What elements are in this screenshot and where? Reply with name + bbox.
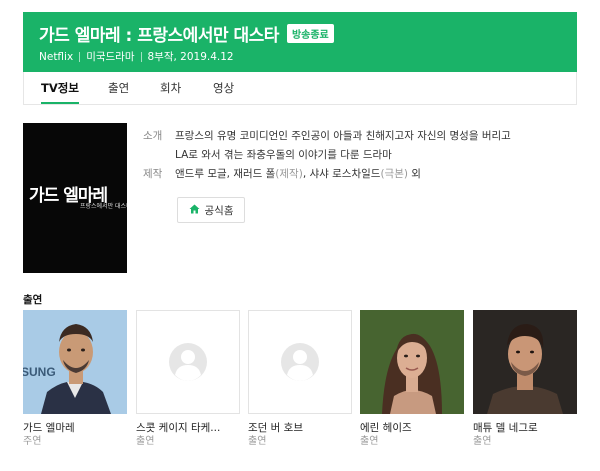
cast-card[interactable]: 에린 헤이즈 출연: [360, 310, 464, 449]
production-names[interactable]: , 샤샤 로스차일드: [303, 168, 381, 180]
cast-photo[interactable]: [473, 310, 577, 414]
production-label: 제작: [143, 168, 163, 180]
synopsis-line: LA로 와서 겪는 좌충우돌의 이야기를 다룬 드라마: [175, 149, 392, 161]
cast-card[interactable]: SUNG 가드 엘마레 주연: [23, 310, 127, 449]
tab-tv-info[interactable]: TV정보: [41, 72, 79, 104]
synopsis-label: 소개: [143, 130, 163, 142]
person-placeholder-icon: [169, 343, 207, 381]
program-poster[interactable]: 가드 엘마레 프랑스에서만 대스타: [23, 123, 127, 273]
cast-name[interactable]: 스콧 케이지 타케...: [136, 421, 240, 435]
program-title[interactable]: 가드 엘마레 : 프랑스에서만 대스타: [39, 21, 279, 46]
cast-name[interactable]: 에린 헤이즈: [360, 421, 464, 435]
cast-role: 출연: [248, 436, 267, 447]
cast-name[interactable]: 가드 엘마레: [23, 421, 127, 435]
cast-role: 주연: [23, 436, 42, 447]
poster-subtitle: 프랑스에서만 대스타: [80, 203, 127, 210]
meta-divider: [140, 51, 142, 62]
synopsis-line: 프랑스의 유명 코미디언인 주인공이 아들과 친해지고자 자신의 명성을 버리고: [175, 130, 511, 142]
svg-text:SUNG: SUNG: [23, 365, 56, 379]
person-placeholder-icon: [281, 343, 319, 381]
cast-photo-placeholder[interactable]: [248, 310, 352, 414]
production-etc: 외: [407, 168, 421, 180]
production-role: (제작): [275, 168, 303, 180]
title-row: 가드 엘마레 : 프랑스에서만 대스타 방송종료: [39, 21, 334, 46]
cast-card[interactable]: 조던 버 호브 출연: [248, 310, 352, 449]
cast-role: 출연: [136, 436, 155, 447]
tab-videos[interactable]: 영상: [213, 72, 234, 104]
status-badge: 방송종료: [286, 24, 334, 43]
cast-photo[interactable]: [360, 310, 464, 414]
production-row: 제작 앤드루 모글, 재러드 폴(제작), 샤샤 로스차일드(극본) 외: [143, 165, 583, 184]
program-info: 소개 프랑스의 유명 코미디언인 주인공이 아들과 친해지고자 자신의 명성을 …: [143, 127, 583, 184]
cast-role: 출연: [473, 436, 492, 447]
tab-cast[interactable]: 출연: [108, 72, 129, 104]
tab-episodes[interactable]: 회차: [160, 72, 181, 104]
home-icon: [189, 204, 200, 217]
synopsis-row: 소개 프랑스의 유명 코미디언인 주인공이 아들과 친해지고자 자신의 명성을 …: [143, 127, 583, 165]
episodes-date-label: 8부작, 2019.4.12: [147, 51, 234, 63]
cast-photo[interactable]: SUNG: [23, 310, 127, 414]
channel-label: Netflix: [39, 50, 74, 63]
official-home-button[interactable]: 공식홈: [177, 197, 245, 223]
program-meta: Netflix 미국드라마 8부작, 2019.4.12: [39, 49, 234, 64]
cast-role: 출연: [360, 436, 379, 447]
cast-section-title: 출연: [23, 294, 43, 306]
cast-photo-placeholder[interactable]: [136, 310, 240, 414]
synopsis-text: 프랑스의 유명 코미디언인 주인공이 아들과 친해지고자 자신의 명성을 버리고…: [175, 127, 575, 165]
cast-card[interactable]: 매튜 델 네그로 출연: [473, 310, 577, 449]
production-names[interactable]: 앤드루 모글, 재러드 폴: [175, 168, 275, 180]
meta-divider: [79, 51, 81, 62]
cast-card[interactable]: 스콧 케이지 타케... 출연: [136, 310, 240, 449]
production-text: 앤드루 모글, 재러드 폴(제작), 샤샤 로스차일드(극본) 외: [175, 165, 575, 184]
cast-name[interactable]: 조던 버 호브: [248, 421, 352, 435]
cast-name[interactable]: 매튜 델 네그로: [473, 421, 577, 435]
program-header: 가드 엘마레 : 프랑스에서만 대스타 방송종료 Netflix 미국드라마 8…: [23, 12, 577, 72]
official-home-label: 공식홈: [204, 204, 234, 217]
genre-label: 미국드라마: [86, 51, 135, 63]
tab-bar: TV정보 출연 회차 영상: [23, 72, 577, 105]
production-role: (극본): [380, 168, 408, 180]
